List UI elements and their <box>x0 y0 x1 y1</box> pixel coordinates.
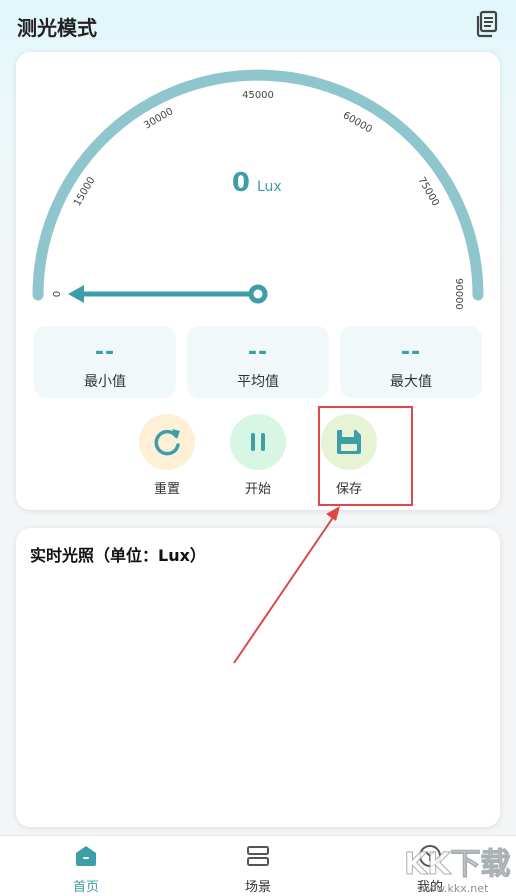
min-value-box: -- 最小值 <box>34 326 176 398</box>
max-value-box: -- 最大值 <box>340 326 482 398</box>
chart-title: 实时光照（单位：Lux） <box>30 546 206 565</box>
start-button-circle[interactable] <box>230 414 286 470</box>
pause-icon <box>251 433 265 451</box>
app-header: 测光模式 <box>0 0 516 52</box>
document-history-icon <box>476 10 498 38</box>
reset-label: 重置 <box>153 482 180 497</box>
avg-value: -- <box>247 340 269 365</box>
page-title: 测光模式 <box>17 16 97 40</box>
watermark-url: www.kkx.net <box>418 882 489 895</box>
light-gauge: 0 15000 30000 45000 60000 75000 90000 0 … <box>32 69 484 310</box>
watermark-text: KK下载 <box>404 847 511 882</box>
max-value: -- <box>400 340 422 365</box>
nav-item-scene[interactable]: 场景 <box>218 844 298 895</box>
realtime-chart-card: 实时光照（单位：Lux） <box>16 528 500 827</box>
gauge-tick-label: 45000 <box>242 90 274 101</box>
scene-icon <box>247 846 269 866</box>
nav-item-home[interactable]: 首页 <box>46 844 126 895</box>
watermark-logo: KK下载 www.kkx.net <box>404 847 512 896</box>
start-button[interactable]: 开始 <box>228 414 288 497</box>
gauge-tick-label: 75000 <box>415 175 440 208</box>
min-label: 最小值 <box>84 374 126 390</box>
reset-button-circle[interactable] <box>139 414 195 470</box>
history-button[interactable] <box>473 9 501 39</box>
gauge-tick-label: 0 <box>52 291 63 297</box>
start-label: 开始 <box>244 482 271 497</box>
max-label: 最大值 <box>390 374 432 390</box>
gauge-needle <box>68 284 268 304</box>
lux-value: 0 <box>232 168 250 198</box>
nav-label-home: 首页 <box>72 880 99 895</box>
avg-value-box: -- 平均值 <box>187 326 329 398</box>
save-highlight-box <box>318 406 413 506</box>
refresh-icon <box>154 429 180 456</box>
nav-label-scene: 场景 <box>244 880 271 895</box>
avg-label: 平均值 <box>237 374 279 390</box>
gauge-tick-label: 90000 <box>453 278 464 310</box>
home-icon <box>76 846 96 866</box>
min-value: -- <box>94 340 116 365</box>
reset-button[interactable]: 重置 <box>137 414 197 497</box>
lux-unit: Lux <box>257 179 282 195</box>
gauge-tick-label: 60000 <box>341 110 374 135</box>
meter-card: 0 15000 30000 45000 60000 75000 90000 0 … <box>16 52 500 510</box>
